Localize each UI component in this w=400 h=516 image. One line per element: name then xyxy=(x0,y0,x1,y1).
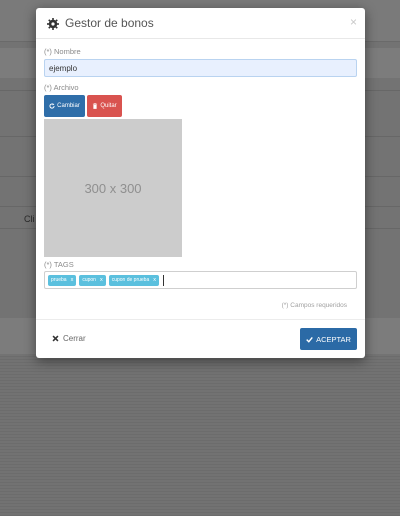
tag-remove-icon[interactable]: x xyxy=(153,277,156,283)
nombre-input[interactable] xyxy=(44,59,357,77)
bonus-manager-dialog: Gestor de bonos × (*) Nombre (*) Archivo… xyxy=(36,8,365,358)
trash-icon xyxy=(93,103,98,109)
times-icon xyxy=(52,335,59,342)
change-file-button[interactable]: Cambiar xyxy=(44,95,85,117)
tag-text: cupon de prueba xyxy=(111,277,150,283)
archivo-label: (*) Archivo xyxy=(44,83,79,92)
image-preview-text: 300 x 300 xyxy=(84,180,142,196)
tag-text: cupon xyxy=(82,277,96,283)
nombre-label: (*) Nombre xyxy=(44,47,81,56)
dialog-header: Gestor de bonos × xyxy=(36,8,365,39)
close-button-label: Cerrar xyxy=(63,334,86,343)
tag-remove-icon[interactable]: x xyxy=(71,277,74,283)
footer-divider xyxy=(36,319,365,320)
tag-chip: cupon x xyxy=(79,274,106,286)
change-file-label: Cambiar xyxy=(57,103,80,109)
image-preview: 300 x 300 xyxy=(44,119,182,257)
check-icon xyxy=(306,336,313,343)
remove-file-button[interactable]: Quitar xyxy=(87,95,122,117)
close-icon[interactable]: × xyxy=(350,15,357,29)
dialog-title: Gestor de bonos xyxy=(65,16,154,30)
tags-input[interactable]: prueba x cupon x cupon de prueba x xyxy=(44,271,357,289)
required-fields-note: (*) Campos requeridos xyxy=(281,302,347,309)
tag-chip: cupon de prueba x xyxy=(108,274,159,286)
accept-button-label: ACEPTAR xyxy=(316,334,351,344)
tag-remove-icon[interactable]: x xyxy=(100,277,103,283)
tag-chip: prueba x xyxy=(48,274,77,286)
gear-icon xyxy=(47,17,59,30)
background-lower xyxy=(0,356,400,516)
tag-text: prueba xyxy=(51,277,67,283)
tags-label: (*) TAGS xyxy=(44,260,74,269)
refresh-icon xyxy=(49,103,55,109)
background-text: Cli xyxy=(24,214,35,224)
accept-button[interactable]: ACEPTAR xyxy=(300,328,357,350)
remove-file-label: Quitar xyxy=(100,103,117,109)
text-caret xyxy=(163,274,164,286)
close-button[interactable]: Cerrar xyxy=(52,334,86,343)
